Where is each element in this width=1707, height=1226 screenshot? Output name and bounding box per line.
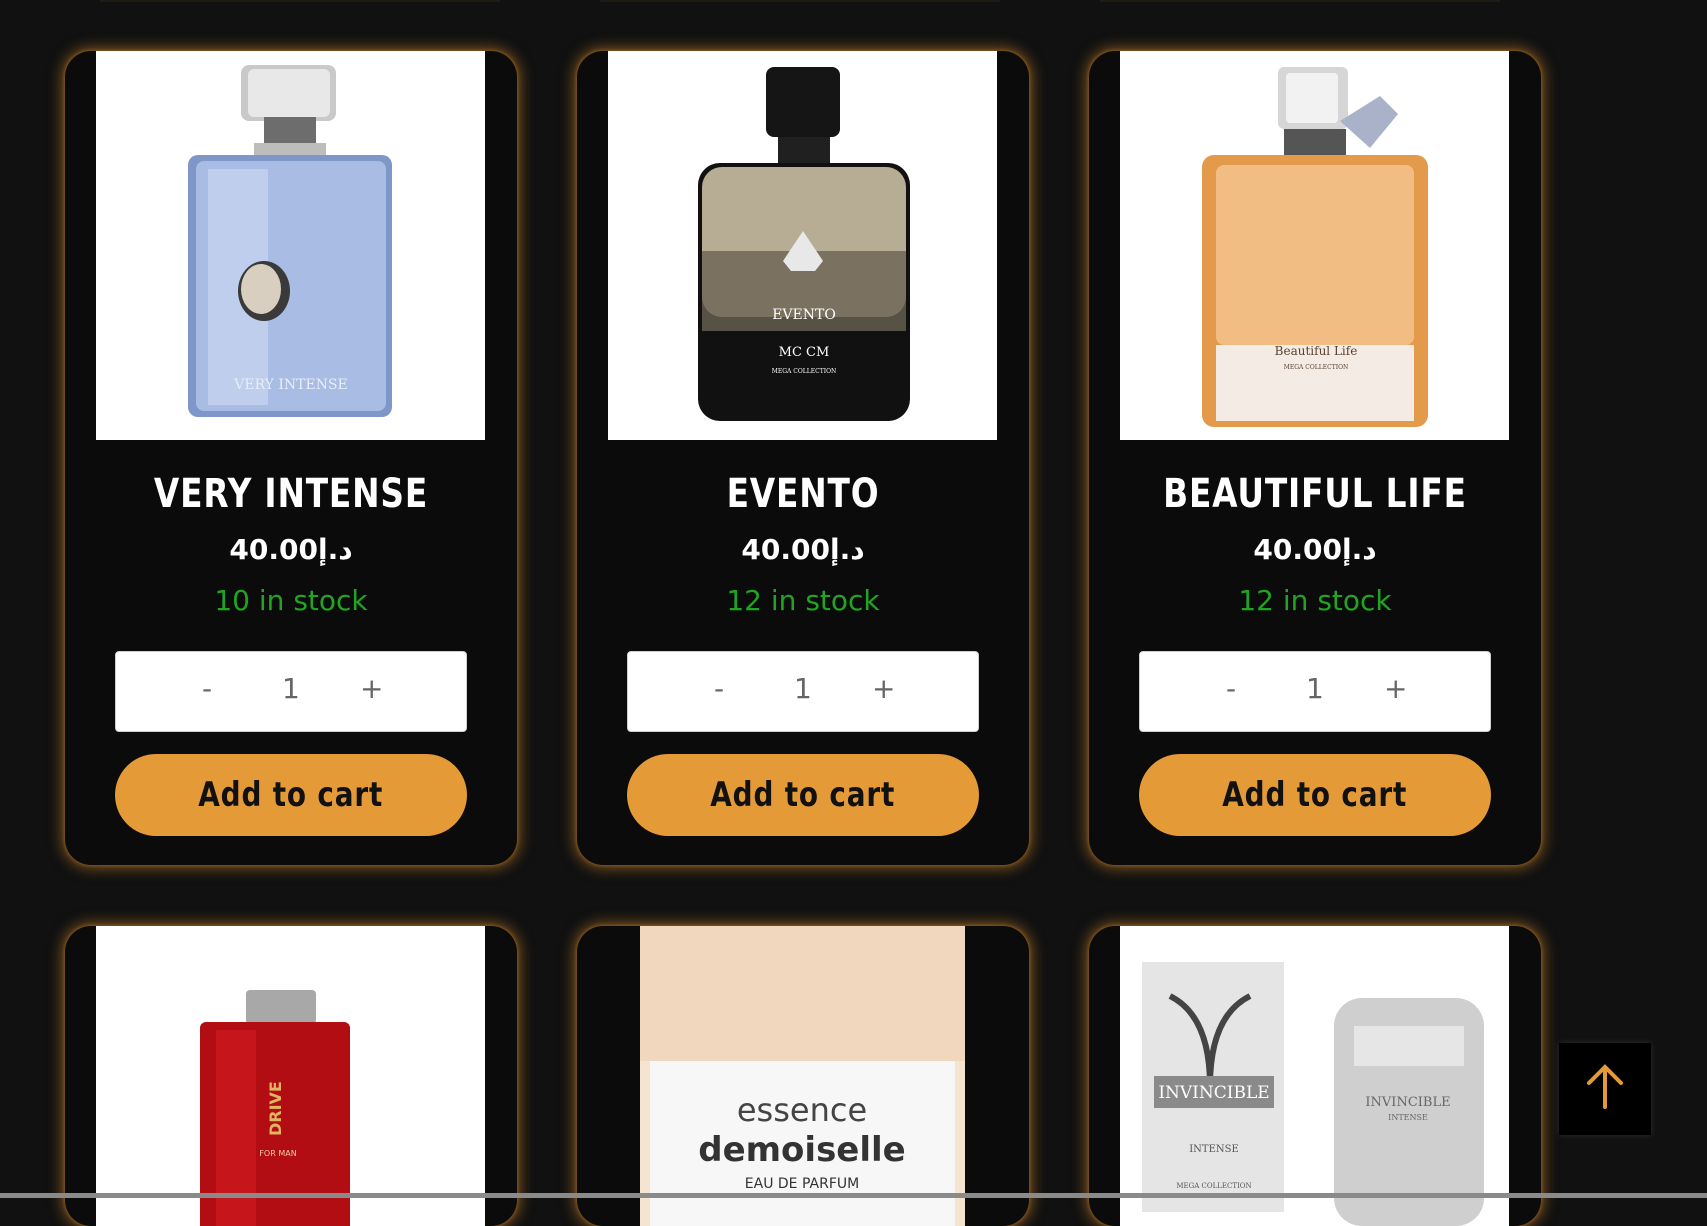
product-image[interactable]: DRIVE FOR MAN bbox=[96, 926, 485, 1226]
svg-text:VERY INTENSE: VERY INTENSE bbox=[233, 377, 348, 393]
product-card: VERY INTENSE Very Intense د.إ40.00 10 in… bbox=[65, 51, 517, 865]
product-card: DRIVE FOR MAN bbox=[65, 926, 517, 1226]
product-image[interactable]: EVENTO MC CM MEGA COLLECTION bbox=[608, 51, 997, 440]
add-to-cart-button[interactable]: Add to cart bbox=[627, 754, 979, 836]
svg-text:demoiselle: demoiselle bbox=[698, 1130, 906, 1170]
quantity-input[interactable]: 1 bbox=[794, 672, 812, 705]
svg-text:essence: essence bbox=[737, 1091, 867, 1129]
previous-row-edge bbox=[1100, 0, 1500, 2]
product-card: essence demoiselle EAU DE PARFUM bbox=[577, 926, 1029, 1226]
product-price: د.إ40.00 bbox=[1253, 533, 1377, 566]
svg-text:MEGA COLLECTION: MEGA COLLECTION bbox=[772, 368, 837, 375]
quantity-stepper: - 1 + bbox=[627, 651, 979, 732]
decrease-quantity-button[interactable]: - bbox=[714, 672, 724, 705]
product-card: INVINCIBLE INTENSE MEGA COLLECTION INVIN… bbox=[1089, 926, 1541, 1226]
svg-text:DRIVE: DRIVE bbox=[266, 1081, 285, 1136]
horizontal-scrollbar[interactable] bbox=[0, 1193, 1707, 1198]
previous-row-edge bbox=[600, 0, 1000, 2]
product-title[interactable]: Very Intense bbox=[106, 471, 477, 517]
stock-status: 12 in stock bbox=[726, 584, 880, 617]
product-title[interactable]: Beautiful Life bbox=[1130, 471, 1501, 517]
perfume-bottle-image: INVINCIBLE INTENSE MEGA COLLECTION INVIN… bbox=[1142, 962, 1484, 1226]
svg-text:INTENSE: INTENSE bbox=[1388, 1113, 1428, 1122]
add-to-cart-button[interactable]: Add to cart bbox=[115, 754, 467, 836]
svg-text:FOR MAN: FOR MAN bbox=[259, 1149, 296, 1158]
quantity-input[interactable]: 1 bbox=[282, 672, 300, 705]
perfume-bottle-image: DRIVE FOR MAN bbox=[200, 990, 350, 1226]
increase-quantity-button[interactable]: + bbox=[872, 672, 895, 705]
product-card: Beautiful Life MEGA COLLECTION Beautiful… bbox=[1089, 51, 1541, 865]
increase-quantity-button[interactable]: + bbox=[1384, 672, 1407, 705]
svg-text:MEGA COLLECTION: MEGA COLLECTION bbox=[1176, 1182, 1251, 1190]
decrease-quantity-button[interactable]: - bbox=[202, 672, 212, 705]
arrow-up-icon bbox=[1587, 1064, 1623, 1109]
product-price: د.إ40.00 bbox=[741, 533, 865, 566]
svg-text:INVINCIBLE: INVINCIBLE bbox=[1158, 1083, 1269, 1103]
product-image[interactable]: VERY INTENSE bbox=[96, 51, 485, 440]
svg-text:INTENSE: INTENSE bbox=[1189, 1144, 1239, 1155]
svg-text:MC CM: MC CM bbox=[779, 345, 830, 360]
stock-status: 10 in stock bbox=[214, 584, 368, 617]
product-image[interactable]: essence demoiselle EAU DE PARFUM bbox=[640, 926, 965, 1226]
scroll-to-top-button[interactable] bbox=[1559, 1043, 1651, 1135]
perfume-bottle-image: Beautiful Life MEGA COLLECTION bbox=[1202, 67, 1428, 427]
quantity-input[interactable]: 1 bbox=[1306, 672, 1324, 705]
add-to-cart-button[interactable]: Add to cart bbox=[1139, 754, 1491, 836]
previous-row-edge bbox=[100, 0, 500, 2]
svg-text:MEGA COLLECTION: MEGA COLLECTION bbox=[1284, 364, 1349, 371]
svg-text:EVENTO: EVENTO bbox=[772, 307, 836, 323]
product-image[interactable]: Beautiful Life MEGA COLLECTION bbox=[1120, 51, 1509, 440]
svg-text:EAU DE PARFUM: EAU DE PARFUM bbox=[745, 1176, 859, 1192]
increase-quantity-button[interactable]: + bbox=[360, 672, 383, 705]
perfume-bottle-image: VERY INTENSE bbox=[188, 65, 392, 417]
quantity-stepper: - 1 + bbox=[115, 651, 467, 732]
quantity-stepper: - 1 + bbox=[1139, 651, 1491, 732]
product-price: د.إ40.00 bbox=[229, 533, 353, 566]
decrease-quantity-button[interactable]: - bbox=[1226, 672, 1236, 705]
product-image[interactable]: INVINCIBLE INTENSE MEGA COLLECTION INVIN… bbox=[1120, 926, 1509, 1226]
perfume-bottle-image: essence demoiselle EAU DE PARFUM bbox=[640, 926, 965, 1226]
product-title[interactable]: Evento bbox=[618, 471, 989, 517]
svg-text:INVINCIBLE: INVINCIBLE bbox=[1365, 1095, 1450, 1110]
svg-text:Beautiful Life: Beautiful Life bbox=[1275, 344, 1358, 358]
product-card: EVENTO MC CM MEGA COLLECTION Evento د.إ4… bbox=[577, 51, 1029, 865]
perfume-bottle-image: EVENTO MC CM MEGA COLLECTION bbox=[698, 67, 910, 421]
stock-status: 12 in stock bbox=[1238, 584, 1392, 617]
